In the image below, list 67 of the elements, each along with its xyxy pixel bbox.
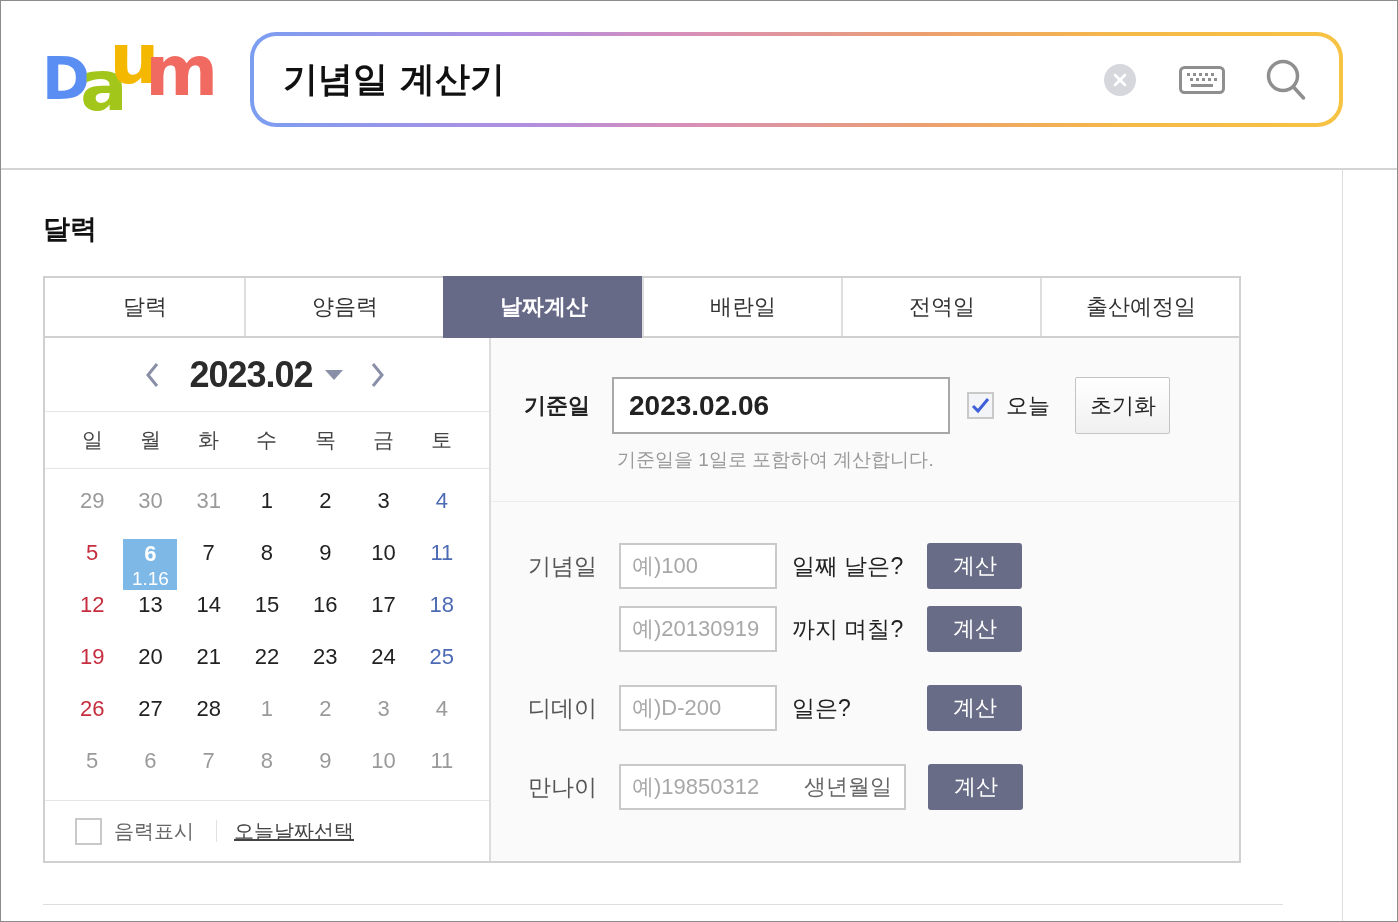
today-checkbox[interactable] (967, 392, 994, 419)
birthdate-hint: 생년월일 (804, 773, 892, 801)
calendar-day[interactable]: 2 (316, 488, 335, 514)
calendar-day[interactable]: 21 (193, 644, 224, 670)
weekday-label: 토 (431, 427, 453, 453)
calculate-button[interactable]: 계산 (927, 606, 1022, 652)
question-label: 일은? (792, 693, 852, 723)
lunar-checkbox[interactable] (75, 817, 102, 845)
calendar-day[interactable]: 19 (76, 644, 108, 670)
calendar-day[interactable]: 9 (316, 540, 335, 566)
calc-label: 디데이 (528, 693, 598, 723)
calendar-day[interactable]: 22 (251, 644, 283, 670)
question-label: 까지 며칠? (792, 614, 905, 644)
calendar-day[interactable]: 13 (135, 592, 166, 618)
calendar-day[interactable]: 8 (257, 540, 277, 566)
today-label: 오늘 (1006, 391, 1050, 420)
search-field[interactable]: 기념일 계산기 (283, 55, 1092, 104)
calc-input-field[interactable]: 예)20130919 (619, 606, 777, 652)
calendar-day[interactable]: 14 (193, 592, 224, 618)
calendar-day[interactable]: 10 (368, 540, 399, 566)
calc-label: 만나이 (528, 772, 598, 802)
base-date-field[interactable]: 2023.02.06 (612, 377, 950, 434)
today-select-link[interactable]: 오늘날짜선택 (234, 817, 354, 845)
weekday-label: 목 (314, 427, 336, 453)
calendar-day[interactable]: 25 (426, 644, 458, 670)
base-date-label: 기준일 (524, 391, 591, 420)
calendar-day[interactable]: 20 (135, 644, 166, 670)
calendar-day[interactable]: 18 (426, 592, 458, 618)
keyboard-icon[interactable] (1179, 65, 1225, 94)
search-icon[interactable] (1266, 58, 1306, 101)
weekday-label: 일 (81, 427, 103, 453)
calendar-day[interactable]: 4 (432, 488, 451, 514)
section-title: 달력 (43, 212, 97, 246)
calendar-day[interactable]: 3 (374, 488, 393, 514)
calculate-button[interactable]: 계산 (928, 764, 1023, 810)
month-select[interactable]: 2023.02 (189, 353, 343, 396)
calendar-day[interactable]: 26 (76, 696, 108, 722)
weekday-label: 월 (139, 427, 161, 453)
caret-icon (324, 369, 343, 380)
weekday-label: 금 (373, 427, 395, 453)
calc-input-field[interactable]: 예)100 (619, 543, 777, 589)
calendar-day[interactable]: 28 (193, 696, 224, 722)
calc-input-field[interactable]: 예)D-200 (619, 685, 777, 731)
calendar-day[interactable]: 27 (135, 696, 166, 722)
chevron-left-icon[interactable] (145, 361, 160, 388)
lunar-date-label: 1.16 (130, 566, 170, 590)
note-text: 기준일을 1일로 포함하여 계산합니다. (617, 448, 934, 472)
chevron-right-icon[interactable] (370, 361, 385, 388)
question-label: 일째 날은? (792, 551, 905, 581)
calendar-day[interactable]: 17 (368, 592, 399, 618)
calendar-day[interactable]: 12 (76, 592, 108, 618)
lunar-toggle-label: 음력표시 (114, 818, 194, 844)
calendar-day[interactable]: 1 (257, 488, 277, 514)
calendar-day[interactable]: 15 (251, 592, 283, 618)
calculate-button[interactable]: 계산 (927, 685, 1022, 731)
calc-label: 기념일 (528, 551, 598, 581)
calendar-day[interactable]: 23 (310, 644, 341, 670)
reset-button[interactable]: 초기화 (1075, 377, 1170, 434)
calendar-day[interactable]: 5 (83, 540, 102, 566)
weekday-label: 화 (198, 427, 220, 453)
tab[interactable]: 날짜계산 (443, 276, 642, 338)
weekday-label: 수 (256, 427, 278, 453)
calendar-day[interactable]: 24 (368, 644, 399, 670)
calendar-day[interactable]: 11 (427, 540, 457, 566)
calendar-day[interactable]: 16 (310, 592, 341, 618)
calendar-day[interactable]: 7 (199, 540, 218, 566)
calculate-button[interactable]: 계산 (927, 543, 1022, 589)
